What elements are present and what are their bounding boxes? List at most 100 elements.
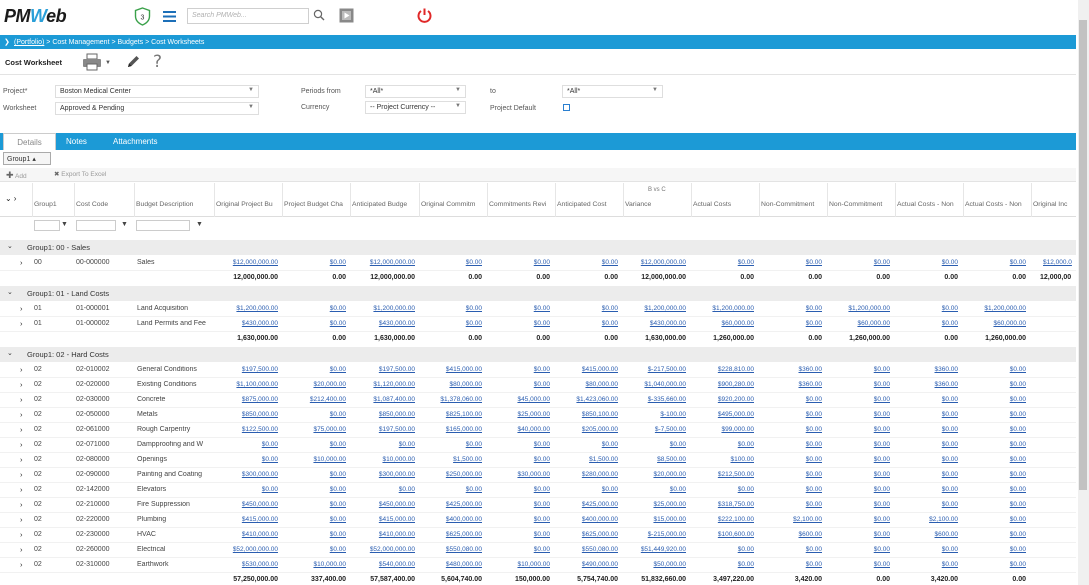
cell-value-link[interactable]: $0.00: [282, 546, 346, 553]
cell-value-link[interactable]: $0.00: [486, 320, 550, 327]
group-row[interactable]: ⌄ Group1: 00 - Sales: [0, 240, 1076, 255]
table-row[interactable]: › 02 02-050000 Metals $850,000.00 $0.00 $850,0…: [0, 408, 1076, 423]
column-separator[interactable]: [214, 183, 215, 217]
cell-value-link[interactable]: $0.00: [758, 456, 822, 463]
cell-value-link[interactable]: $0.00: [418, 259, 482, 266]
column-separator[interactable]: [350, 183, 351, 217]
cell-value-link[interactable]: $0.00: [826, 426, 890, 433]
cell-value-link[interactable]: $0.00: [690, 546, 754, 553]
cell-value-link[interactable]: $0.00: [554, 441, 618, 448]
table-row[interactable]: › 02 02-030000 Concrete $875,000.00 $212,400.…: [0, 393, 1076, 408]
cell-value-link[interactable]: $0.00: [962, 501, 1026, 508]
search-icon[interactable]: [313, 9, 325, 21]
table-row[interactable]: › 02 02-310000 Earthwork $530,000.00 $10,000.…: [0, 558, 1076, 573]
cell-value-link[interactable]: $10,000.00: [282, 561, 346, 568]
cell-value-link[interactable]: $212,500.00: [690, 471, 754, 478]
table-row[interactable]: › 02 02-142000 Elevators $0.00 $0.00 $0.00 $0.0…: [0, 483, 1076, 498]
column-header[interactable]: Project Budget Cha: [284, 201, 350, 208]
cell-value-link[interactable]: $0.00: [282, 411, 346, 418]
cell-value-link[interactable]: $480,000.00: [418, 561, 482, 568]
cell-value-link[interactable]: $25,000.00: [486, 411, 550, 418]
cell-value-link[interactable]: $15,000.00: [622, 516, 686, 523]
cell-value-link[interactable]: $280,000.00: [554, 471, 618, 478]
cell-value-link[interactable]: $600.00: [894, 531, 959, 538]
cell-value-link[interactable]: $600.00: [758, 531, 823, 538]
cell-value-link[interactable]: $410,000.00: [214, 531, 278, 538]
column-header[interactable]: Anticipated Budge: [352, 201, 419, 208]
cell-value-link[interactable]: $-335,660.00: [622, 396, 686, 403]
cell-value-link[interactable]: $300,000.00: [214, 471, 278, 478]
cell-value-link[interactable]: $425,000.00: [554, 501, 618, 508]
expand-row-icon[interactable]: ›: [20, 545, 23, 554]
cell-value-link[interactable]: $0.00: [826, 456, 890, 463]
add-button[interactable]: ✚ Add: [6, 170, 27, 181]
cell-value-link[interactable]: $0.00: [758, 411, 822, 418]
cell-value-link[interactable]: $550,080.00: [418, 546, 482, 553]
cell-value-link[interactable]: $415,000.00: [418, 366, 482, 373]
cell-value-link[interactable]: $1,423,060.00: [554, 396, 618, 403]
cell-value-link[interactable]: $530,000.00: [214, 561, 278, 568]
cell-value-link[interactable]: $205,000.00: [554, 426, 618, 433]
cell-value-link[interactable]: $0.00: [758, 305, 822, 312]
cell-value-link[interactable]: $0.00: [826, 381, 890, 388]
cell-value-link[interactable]: $625,000.00: [554, 531, 618, 538]
cell-value-link[interactable]: $12,000,000.00: [214, 259, 278, 266]
cell-value-link[interactable]: $850,000.00: [351, 411, 415, 418]
cell-value-link[interactable]: $0.00: [826, 441, 890, 448]
chevron-down-icon[interactable]: ▼: [105, 60, 111, 66]
worksheet-select[interactable]: Approved & Pending ▼: [55, 102, 259, 115]
column-header[interactable]: Variance: [625, 201, 691, 208]
cell-value-link[interactable]: $1,200,000.00: [690, 305, 754, 312]
cell-value-link[interactable]: $850,100.00: [554, 411, 618, 418]
cell-value-link[interactable]: $0.00: [962, 366, 1026, 373]
cell-value-link[interactable]: $360.00: [758, 381, 823, 388]
cell-value-link[interactable]: $0.00: [486, 456, 550, 463]
export-to-excel-button[interactable]: ✖ Export To Excel: [54, 170, 106, 178]
cell-value-link[interactable]: $0.00: [418, 441, 482, 448]
cell-value-link[interactable]: $300,000.00: [351, 471, 415, 478]
filter-input[interactable]: [136, 220, 190, 231]
cell-value-link[interactable]: $900,280.00: [690, 381, 754, 388]
cell-value-link[interactable]: $52,000,000.00: [214, 546, 278, 553]
help-icon[interactable]: ?: [153, 52, 162, 72]
filter-input[interactable]: [34, 220, 60, 231]
cell-value-link[interactable]: $0.00: [282, 441, 346, 448]
cell-value-link[interactable]: $0.00: [486, 501, 550, 508]
collapse-icon[interactable]: ⌄: [7, 349, 13, 357]
column-header[interactable]: Original Commitm: [421, 201, 487, 208]
cell-value-link[interactable]: $0.00: [418, 320, 482, 327]
column-header[interactable]: Original Project Bu: [216, 201, 282, 208]
expand-row-icon[interactable]: ›: [20, 560, 23, 569]
cell-value-link[interactable]: $1,100,000.00: [214, 381, 278, 388]
cell-value-link[interactable]: $400,000.00: [554, 516, 618, 523]
cell-value-link[interactable]: $2,100.00: [894, 516, 958, 523]
vertical-scrollbar[interactable]: [1078, 0, 1089, 585]
table-row[interactable]: › 02 02-071000 Dampproofing and W $0.00 $0.00…: [0, 438, 1076, 453]
cell-value-link[interactable]: $0.00: [826, 471, 890, 478]
cell-value-link[interactable]: $0.00: [894, 320, 958, 327]
column-header[interactable]: Anticipated Cost: [557, 201, 623, 208]
cell-value-link[interactable]: $490,000.00: [554, 561, 618, 568]
tab-attachments[interactable]: Attachments: [113, 133, 157, 150]
filter-input[interactable]: [76, 220, 116, 231]
cell-value-link[interactable]: $0.00: [894, 486, 958, 493]
column-header[interactable]: Commitments Revi: [489, 201, 555, 208]
cell-value-link[interactable]: $0.00: [894, 426, 958, 433]
cell-value-link[interactable]: $430,000.00: [351, 320, 415, 327]
cell-value-link[interactable]: $0.00: [690, 441, 754, 448]
cell-value-link[interactable]: $0.00: [758, 441, 822, 448]
cell-value-link[interactable]: $0.00: [826, 411, 890, 418]
currency-select[interactable]: -- Project Currency -- ▼: [365, 101, 466, 114]
cell-value-link[interactable]: $0.00: [282, 305, 346, 312]
cell-value-link[interactable]: $99,000.00: [690, 426, 754, 433]
cell-value-link[interactable]: $0.00: [554, 259, 618, 266]
cell-value-link[interactable]: $0.00: [486, 366, 550, 373]
search-input[interactable]: Search PMWeb...: [187, 8, 309, 24]
cell-value-link[interactable]: $0.00: [486, 546, 550, 553]
cell-value-link[interactable]: $920,200.00: [690, 396, 754, 403]
cell-value-link[interactable]: $20,000.00: [622, 471, 686, 478]
cell-value-link[interactable]: $0.00: [758, 486, 822, 493]
cell-value-link[interactable]: $0.00: [826, 531, 890, 538]
column-separator[interactable]: [555, 183, 556, 217]
cell-value-link[interactable]: $60,000.00: [962, 320, 1026, 327]
